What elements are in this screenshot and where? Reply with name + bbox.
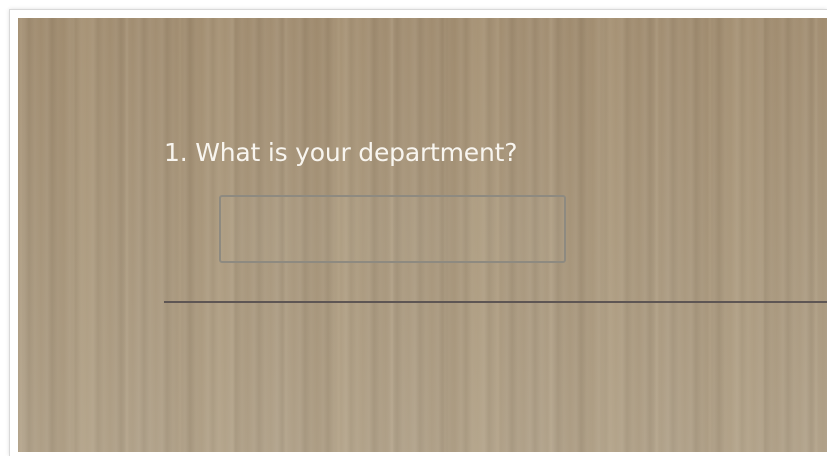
survey-canvas: 1. What is your department? [18, 18, 827, 452]
department-answer-input[interactable] [219, 195, 566, 263]
question-label: 1. What is your department? [164, 138, 518, 167]
question-divider [164, 301, 827, 303]
